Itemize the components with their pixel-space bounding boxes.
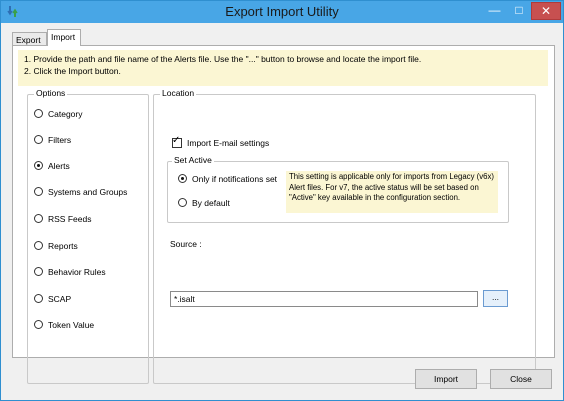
option-systems-and-groups-label: Systems and Groups [48,186,128,197]
export-import-window: Export Import Utility — □ ✕ Export Impor… [0,0,564,401]
option-token-value-label: Token Value [48,319,95,330]
option-alerts-label: Alerts [48,160,70,171]
option-systems-and-groups[interactable]: Systems and Groups [34,186,127,200]
option-alerts-radio[interactable] [34,161,43,171]
minimize-icon: — [488,3,501,17]
option-category-label: Category [48,108,83,119]
set-active-by-default[interactable]: By default [178,197,230,211]
option-filters[interactable]: Filters [34,134,71,148]
tab-import-label: Import [51,32,76,42]
source-label: Source : [170,239,202,249]
option-token-value[interactable]: Token Value [34,319,94,333]
maximize-button[interactable]: □ [507,2,531,20]
option-reports-label: Reports [48,240,78,251]
client-area: Export Import 1. Provide the path and fi… [8,29,558,384]
legacy-note: This setting is applicable only for impo… [286,171,498,213]
title-bar[interactable]: Export Import Utility — □ ✕ [1,1,563,23]
close-button[interactable]: Close [490,369,552,389]
option-filters-radio[interactable] [34,135,43,145]
by-default-radio[interactable] [178,198,187,208]
instruction-line-2: 2. Click the Import button. [24,66,121,76]
option-category-radio[interactable] [34,109,43,119]
set-active-only-if-notifications[interactable]: Only if notifications set [178,173,277,187]
instruction-line-1: 1. Provide the path and file name of the… [24,54,422,64]
close-window-button[interactable]: ✕ [531,2,561,20]
option-scap-radio[interactable] [34,294,43,304]
set-active-group-label: Set Active [172,155,214,165]
tab-export[interactable]: Export [12,32,47,46]
only-if-notifications-label: Only if notifications set [192,173,278,184]
location-group: Location ✓ Import E-mail settings Set Act… [153,88,536,384]
option-scap[interactable]: SCAP [34,293,71,307]
only-if-notifications-radio[interactable] [178,174,187,184]
option-rss-feeds-radio[interactable] [34,214,43,224]
instructions-box: 1. Provide the path and file name of the… [18,50,548,86]
tab-import[interactable]: Import [47,29,81,46]
option-rss-feeds[interactable]: RSS Feeds [34,213,91,227]
maximize-icon: □ [515,3,523,17]
option-reports-radio[interactable] [34,241,43,251]
option-rss-feeds-label: RSS Feeds [48,213,92,224]
options-group-label: Options [34,88,68,98]
window-title: Export Import Utility [225,4,339,19]
option-category[interactable]: Category [34,108,83,122]
option-behavior-rules-label: Behavior Rules [48,266,106,277]
import-email-setting[interactable]: ✓ Import E-mail settings [172,134,270,148]
option-systems-and-groups-radio[interactable] [34,187,43,197]
checkmark-icon: ✓ [172,134,181,146]
options-group: Options Category Filters Alerts Systems … [27,88,149,384]
option-behavior-rules-radio[interactable] [34,267,43,277]
by-default-label: By default [192,197,230,208]
import-button[interactable]: Import [415,369,477,389]
location-group-label: Location [160,88,197,98]
option-filters-label: Filters [48,134,72,145]
close-icon: ✕ [540,4,552,18]
browse-button[interactable]: ... [483,290,508,307]
import-email-checkbox[interactable]: ✓ [172,134,182,148]
option-behavior-rules[interactable]: Behavior Rules [34,266,106,280]
import-tab-panel: 1. Provide the path and file name of the… [12,45,555,384]
option-alerts[interactable]: Alerts [34,160,70,174]
option-reports[interactable]: Reports [34,240,78,254]
source-input[interactable]: *.isalt [170,291,478,307]
option-token-value-radio[interactable] [34,320,43,330]
set-active-group: Set Active Only if notifications set By … [167,155,509,223]
option-scap-label: SCAP [48,293,72,304]
import-email-label: Import E-mail settings [187,137,270,148]
minimize-button[interactable]: — [482,2,507,20]
tab-export-label: Export [16,35,41,45]
